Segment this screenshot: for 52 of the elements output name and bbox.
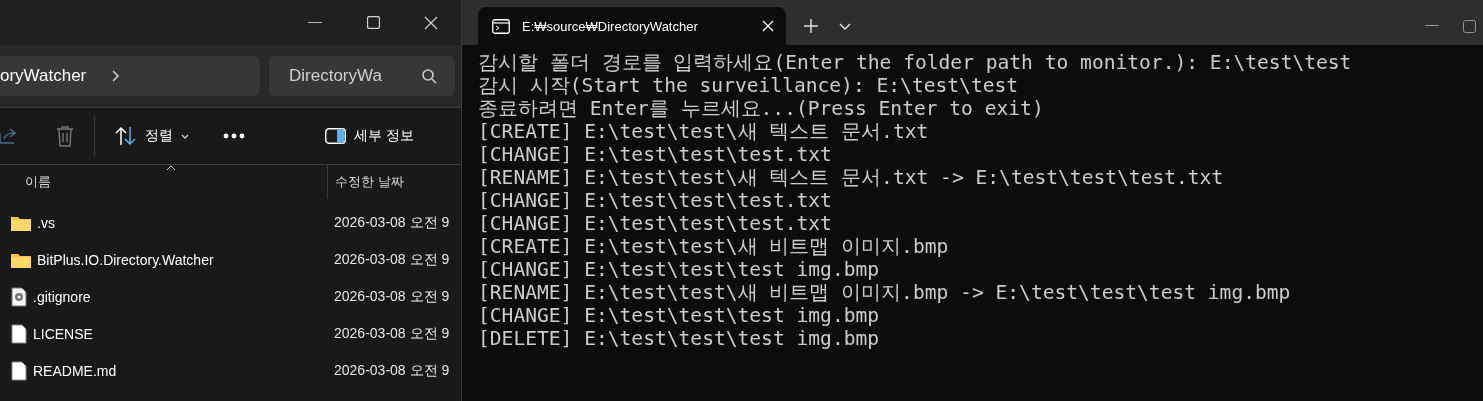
file-name[interactable]: README.md [33, 362, 117, 379]
console-line: [CHANGE] E:\test\test\test.txt [478, 143, 833, 166]
more-icon[interactable] [223, 133, 245, 139]
minimize-icon[interactable] [308, 21, 322, 24]
console-line: [CHANGE] E:\test\test\test img.bmp [478, 258, 881, 281]
modified-date: 2026-03-08 오전 9 [333, 250, 450, 269]
column-header[interactable]: 이름 [0, 173, 327, 191]
chevron-down-icon [181, 133, 189, 139]
file-icon [11, 360, 27, 381]
file-name[interactable]: .gitignore [33, 288, 91, 305]
modified-date: 2026-03-08 오전 9 [333, 287, 450, 306]
console-line: [CHANGE] E:\test\test\test.txt [478, 212, 833, 235]
delete-icon[interactable] [56, 125, 74, 147]
console-line: [DELETE] E:\test\test\test img.bmp [478, 327, 881, 350]
console-line: [CREATE] E:\test\test\새 비트맵 이미지.bmp [478, 235, 950, 258]
search-field[interactable]: DirectoryWa [269, 56, 455, 96]
share-icon[interactable] [0, 127, 16, 145]
sort-button[interactable]: 정렬 [107, 120, 197, 152]
file-name[interactable]: .vs [37, 214, 55, 231]
console-line: [CREATE] E:\test\test\새 텍스트 문서.txt [478, 120, 930, 143]
chevron-right-icon [112, 70, 120, 82]
terminal-icon [492, 18, 510, 34]
console-line: [RENAME] E:\test\test\새 텍스트 문서.txt -> E:\test\test\test.txt [478, 166, 1225, 189]
minimize-icon[interactable] [1425, 25, 1439, 27]
sort-up-icon [166, 165, 176, 171]
close-icon[interactable] [424, 15, 438, 30]
modified-date: 2026-03-08 오전 9 [333, 361, 450, 380]
console-line: [CHANGE] E:\test\test\test.txt [478, 189, 833, 212]
modified-date: 2026-03-08 오전 9 [333, 213, 450, 232]
file-name[interactable]: BitPlus.IO.Directory.Watcher [37, 251, 214, 268]
details-pane-icon [325, 128, 346, 144]
folder-icon [11, 214, 31, 231]
plus-icon[interactable] [804, 19, 818, 33]
console-line: 감시 시작(Start the surveillance): E:\test\test [478, 74, 1020, 97]
settings-file-icon [11, 286, 27, 307]
console-line: 감시할 폴더 경로를 입력하세요(Enter the folder path to monitor.): E:\test\test [478, 51, 1353, 74]
console-line: [RENAME] E:\test\test\새 비트맵 이미지.bmp -> E:\test\test\test img.bmp [478, 281, 1292, 304]
details-button[interactable]: 세부 정보 [317, 121, 423, 151]
file-name[interactable]: LICENSE [33, 325, 93, 342]
console-line: 종료하려면 Enter를 누르세요...(Press Enter to exit) [478, 97, 1045, 120]
maximize-icon[interactable] [366, 16, 380, 29]
column-header[interactable]: 수정한 날짜 [327, 165, 405, 199]
folder-icon [11, 251, 31, 268]
console-line: [CHANGE] E:\test\test\test img.bmp [478, 304, 881, 327]
terminal-tab[interactable]: E:₩source₩DirectoryWatcher [478, 7, 786, 45]
address-bar[interactable]: oryWatcher [0, 56, 260, 96]
chevron-down-icon[interactable] [839, 22, 851, 30]
sort-icon [115, 126, 137, 146]
search-icon [422, 68, 437, 84]
file-icon [11, 323, 27, 344]
modified-date: 2026-03-08 오전 9 [333, 324, 450, 343]
maximize-icon[interactable] [1463, 19, 1476, 33]
